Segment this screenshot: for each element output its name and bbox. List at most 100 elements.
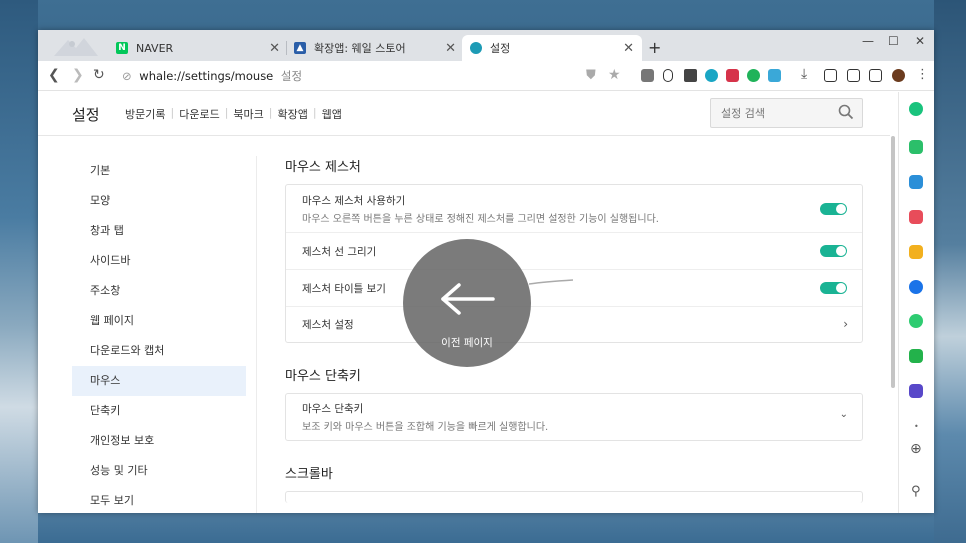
row-label: 제스처 선 그리기 bbox=[302, 245, 377, 258]
tab-title: 설정 bbox=[490, 42, 511, 55]
desktop-background-left bbox=[0, 0, 38, 543]
sidebar-item-privacy[interactable]: 개인정보 보호 bbox=[72, 426, 246, 456]
sidebar-item-mouse[interactable]: 마우스 bbox=[72, 366, 246, 396]
close-window-button[interactable]: ✕ bbox=[915, 34, 925, 48]
scrollbar-card bbox=[285, 491, 863, 503]
row-description: 보조 키와 마우스 버튼을 조합해 기능을 빠르게 실행합니다. bbox=[302, 422, 549, 433]
reload-icon[interactable]: ↻ bbox=[93, 67, 105, 83]
settings-nav: 방문기록 | 다운로드 | 북마크 | 확장앱 | 웹앱 bbox=[120, 106, 347, 122]
extension-icon[interactable] bbox=[641, 69, 654, 82]
divider bbox=[256, 156, 257, 513]
close-tab-icon[interactable]: ✕ bbox=[623, 41, 634, 56]
sidebar-item-windows-tabs[interactable]: 창과 탭 bbox=[72, 216, 246, 246]
tab-naver[interactable]: N NAVER ✕ bbox=[116, 35, 280, 61]
download-icon[interactable]: ⤓ bbox=[801, 66, 807, 82]
url-text: whale://settings/mouse bbox=[139, 69, 274, 83]
search-icon[interactable] bbox=[838, 104, 854, 120]
capture-icon[interactable] bbox=[824, 69, 837, 82]
pin-icon[interactable]: ⚲ bbox=[911, 484, 921, 499]
tools-icon[interactable] bbox=[684, 69, 697, 82]
sidebar-item-performance[interactable]: 성능 및 기타 bbox=[72, 456, 246, 486]
address-bar: ❮ ❯ ↻ ⊘ whale://settings/mouse 설정 ⛊ ★ ⤓ … bbox=[38, 61, 934, 91]
grammar-icon[interactable] bbox=[747, 69, 760, 82]
scrollbar-thumb[interactable] bbox=[891, 136, 895, 388]
close-tab-icon[interactable]: ✕ bbox=[445, 41, 456, 56]
sidebar-item-basic[interactable]: 기본 bbox=[72, 156, 246, 186]
sidebar-item-sidebar[interactable]: 사이드바 bbox=[72, 246, 246, 276]
minimize-button[interactable]: — bbox=[862, 34, 874, 48]
row-label: 마우스 제스처 사용하기 bbox=[302, 194, 406, 207]
nav-extensions[interactable]: 확장앱 bbox=[273, 106, 313, 122]
gesture-settings-row[interactable]: 제스처 설정 › bbox=[286, 307, 862, 342]
sidebar-toggle-icon[interactable] bbox=[869, 69, 882, 82]
forward-icon[interactable]: ❯ bbox=[72, 67, 84, 83]
star-app-icon[interactable] bbox=[909, 245, 923, 259]
add-app-icon[interactable]: ⊕ bbox=[910, 441, 922, 457]
tab-title: NAVER bbox=[136, 41, 174, 55]
browser-window: N NAVER ✕ ▲ 확장앱: 웨일 스토어 ✕ 설정 ✕ + — ☐ ✕ ❮… bbox=[38, 30, 934, 513]
more-dot-icon: • bbox=[914, 422, 919, 431]
nav-webapps[interactable]: 웹앱 bbox=[317, 106, 347, 122]
bookmark-star-icon[interactable]: ★ bbox=[608, 67, 621, 83]
reader-icon[interactable] bbox=[847, 69, 860, 82]
mouse-icon[interactable] bbox=[663, 69, 673, 82]
tab-settings[interactable]: 설정 ✕ bbox=[462, 35, 642, 61]
gesture-label: 이전 페이지 bbox=[441, 337, 493, 349]
gesture-line-toggle[interactable] bbox=[820, 245, 847, 257]
gesture-overlay: 이전 페이지 bbox=[403, 239, 531, 367]
sidebar-item-download-capture[interactable]: 다운로드와 캡처 bbox=[72, 336, 246, 366]
store-icon: ▲ bbox=[294, 42, 306, 54]
gesture-title-toggle[interactable] bbox=[820, 282, 847, 294]
section-title-mouse-gesture: 마우스 제스처 bbox=[285, 160, 361, 175]
mouse-gesture-card: 마우스 제스처 사용하기 마우스 오른쪽 버튼을 누른 상태로 정해진 제스처를… bbox=[285, 184, 863, 343]
mouse-shortcut-card: 마우스 단축키 보조 키와 마우스 버튼을 조합해 기능을 빠르게 실행합니다.… bbox=[285, 393, 863, 441]
gesture-enable-row: 마우스 제스처 사용하기 마우스 오른쪽 버튼을 누른 상태로 정해진 제스처를… bbox=[286, 185, 862, 233]
video-icon[interactable] bbox=[726, 69, 739, 82]
green-circle-app-icon[interactable] bbox=[909, 102, 923, 116]
sidebar-item-appearance[interactable]: 모양 bbox=[72, 186, 246, 216]
maximize-button[interactable]: ☐ bbox=[888, 34, 899, 48]
avatar[interactable] bbox=[892, 69, 905, 82]
play-app-icon[interactable] bbox=[909, 314, 923, 328]
naver-icon: N bbox=[116, 42, 128, 54]
search-input[interactable] bbox=[711, 99, 831, 127]
site-info-icon[interactable]: ⊘ bbox=[122, 69, 132, 83]
tab-title: 확장앱: 웨일 스토어 bbox=[314, 42, 406, 55]
atom-icon[interactable] bbox=[705, 69, 718, 82]
sidebar-item-address-bar[interactable]: 주소창 bbox=[72, 276, 246, 306]
chrome-app-icon[interactable] bbox=[909, 280, 923, 294]
calendar-app-icon[interactable] bbox=[909, 175, 923, 189]
tab-divider bbox=[286, 41, 287, 55]
row-label: 마우스 단축키 bbox=[302, 403, 364, 415]
talk-app-icon[interactable] bbox=[909, 140, 923, 154]
camera-app-icon[interactable] bbox=[909, 384, 923, 398]
url-field[interactable]: ⊘ whale://settings/mouse 설정 bbox=[122, 68, 302, 84]
section-title-mouse-shortcut: 마우스 단축키 bbox=[285, 369, 361, 384]
section-title-scrollbar: 스크롤바 bbox=[285, 467, 333, 482]
sidebar-item-web-page[interactable]: 웹 페이지 bbox=[72, 306, 246, 336]
nav-history[interactable]: 방문기록 bbox=[120, 106, 170, 122]
nav-bookmarks[interactable]: 북마크 bbox=[228, 106, 268, 122]
whale-logo-icon bbox=[54, 38, 98, 56]
menu-icon[interactable]: ⋮ bbox=[916, 67, 929, 82]
note-app-icon[interactable] bbox=[909, 349, 923, 363]
row-description: 마우스 오른쪽 버튼을 누른 상태로 정해진 제스처를 그리면 설정한 기능이 … bbox=[302, 213, 659, 225]
translate-icon[interactable] bbox=[768, 69, 781, 82]
page-scrollbar[interactable] bbox=[890, 136, 896, 513]
back-icon[interactable]: ❮ bbox=[48, 67, 60, 83]
nav-downloads[interactable]: 다운로드 bbox=[174, 106, 224, 122]
gesture-enable-toggle[interactable] bbox=[820, 202, 847, 215]
mouse-shortcut-row[interactable]: 마우스 단축키 보조 키와 마우스 버튼을 조합해 기능을 빠르게 실행합니다.… bbox=[286, 394, 862, 440]
chevron-down-icon[interactable]: ⌄ bbox=[840, 409, 848, 420]
pocket-app-icon[interactable] bbox=[909, 210, 923, 224]
chevron-right-icon: › bbox=[843, 316, 848, 331]
desktop-background-right bbox=[934, 0, 966, 543]
row-label: 제스처 설정 bbox=[302, 319, 354, 331]
sidebar-item-show-all[interactable]: 모두 보기 bbox=[72, 486, 246, 513]
sidebar-item-shortcuts[interactable]: 단축키 bbox=[72, 396, 246, 426]
tab-whale-store[interactable]: ▲ 확장앱: 웨일 스토어 ✕ bbox=[294, 35, 456, 61]
close-tab-icon[interactable]: ✕ bbox=[269, 41, 280, 56]
shield-icon[interactable]: ⛊ bbox=[586, 68, 596, 83]
new-tab-button[interactable]: + bbox=[648, 38, 661, 57]
page-title: 설정 bbox=[72, 106, 100, 124]
